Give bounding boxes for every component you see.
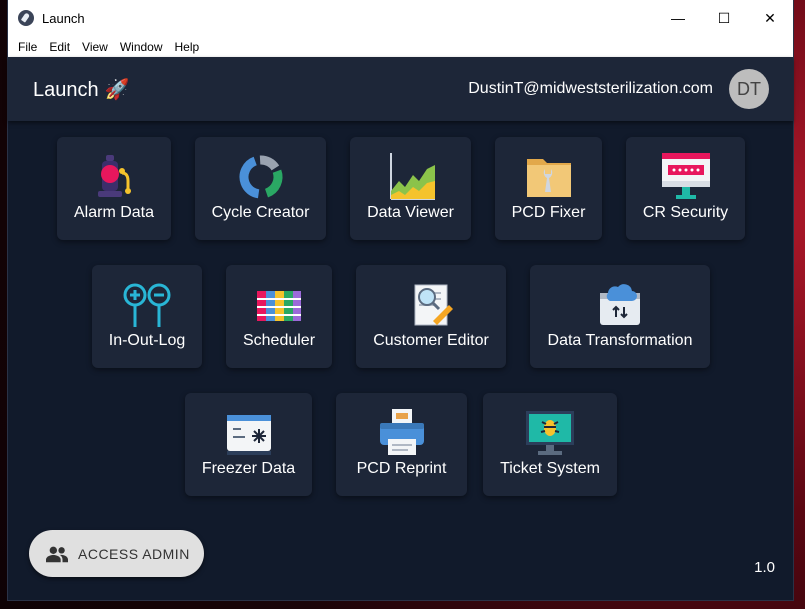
people-icon <box>46 546 68 562</box>
bug-monitor-icon <box>526 411 574 455</box>
version-label: 1.0 <box>754 559 775 576</box>
tile-freezer-data[interactable]: Freezer Data <box>185 393 312 496</box>
title-bar: Launch — ☐ ✕ <box>8 0 793 36</box>
tile-pcd-fixer[interactable]: PCD Fixer <box>495 137 602 240</box>
window-title: Launch <box>42 10 85 26</box>
password-monitor-icon <box>661 153 710 199</box>
cycle-ring-icon <box>239 155 282 199</box>
tile-data-transformation[interactable]: Data Transformation <box>530 265 710 368</box>
freezer-icon <box>226 415 271 455</box>
tile-label: Freezer Data <box>201 460 296 477</box>
tile-cycle-creator[interactable]: Cycle Creator <box>195 137 326 240</box>
cloud-transfer-icon <box>600 284 640 325</box>
schedule-grid-icon <box>257 291 301 321</box>
tile-data-viewer[interactable]: Data Viewer <box>350 137 471 240</box>
minimize-button[interactable]: — <box>655 0 701 36</box>
tile-ticket-system[interactable]: Ticket System <box>483 393 617 496</box>
alarm-light-icon <box>98 155 131 197</box>
menu-help[interactable]: Help <box>169 40 206 54</box>
tile-label: CR Security <box>642 204 729 221</box>
tile-in-out-log[interactable]: In-Out-Log <box>92 265 202 368</box>
rocket-icon: 🚀 <box>104 79 130 101</box>
close-button[interactable]: ✕ <box>747 0 793 36</box>
tile-label: PCD Fixer <box>511 204 586 221</box>
access-admin-button[interactable]: ACCESS ADMIN <box>29 530 204 577</box>
tile-label: Cycle Creator <box>211 204 310 221</box>
tile-label: Alarm Data <box>73 204 155 221</box>
tile-pcd-reprint[interactable]: PCD Reprint <box>336 393 467 496</box>
window-controls: — ☐ ✕ <box>655 0 793 36</box>
brand-title: Launch <box>33 79 99 101</box>
access-admin-label: ACCESS ADMIN <box>78 545 190 562</box>
printer-icon <box>379 409 424 455</box>
tile-customer-editor[interactable]: Customer Editor <box>356 265 506 368</box>
plus-minus-pins-icon <box>123 283 171 327</box>
app-rocket-icon <box>18 10 34 26</box>
menu-edit[interactable]: Edit <box>43 40 76 54</box>
tile-scheduler[interactable]: Scheduler <box>226 265 332 368</box>
app-window: Launch — ☐ ✕ File Edit View Window Help … <box>8 0 793 600</box>
tile-alarm-data[interactable]: Alarm Data <box>57 137 171 240</box>
tile-label: Scheduler <box>242 332 316 349</box>
tile-label: In-Out-Log <box>108 332 186 349</box>
tile-cr-security[interactable]: CR Security <box>626 137 745 240</box>
maximize-button[interactable]: ☐ <box>701 0 747 36</box>
avatar[interactable]: DT <box>729 69 769 109</box>
tile-label: PCD Reprint <box>356 460 447 477</box>
tile-label: Data Transformation <box>547 332 693 349</box>
area-chart-icon <box>389 153 435 200</box>
tile-label: Data Viewer <box>367 204 454 221</box>
app-header: Launch 🚀 DustinT@midweststerilization.com… <box>8 57 793 121</box>
wrench-folder-icon <box>526 159 571 197</box>
user-email: DustinT@midweststerilization.com <box>468 80 713 97</box>
menu-bar: File Edit View Window Help <box>8 36 793 57</box>
tile-label: Customer Editor <box>373 332 489 349</box>
document-magnifier-icon <box>414 284 453 326</box>
menu-view[interactable]: View <box>76 40 114 54</box>
brand: Launch 🚀 <box>33 77 130 102</box>
menu-file[interactable]: File <box>12 40 43 54</box>
tile-label: Ticket System <box>500 460 600 477</box>
menu-window[interactable]: Window <box>114 40 169 54</box>
